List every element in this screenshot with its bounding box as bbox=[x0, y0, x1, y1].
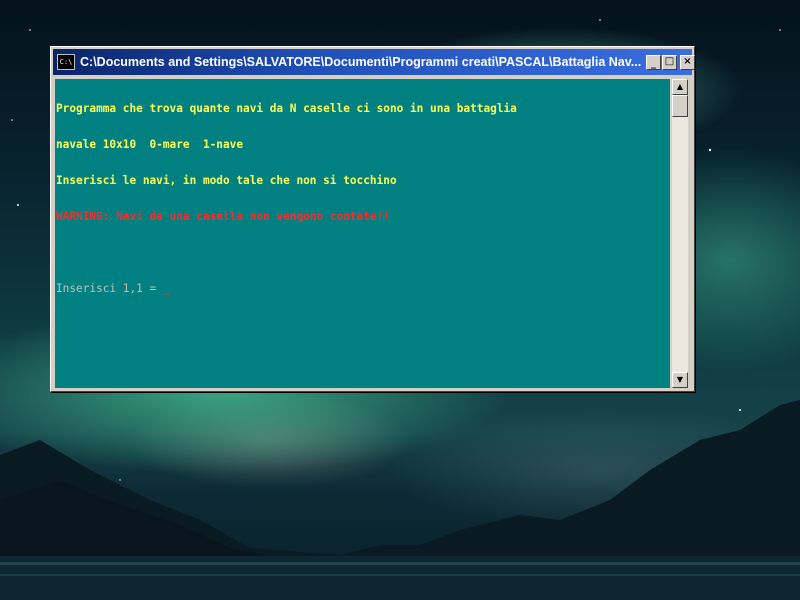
console-output[interactable]: Programma che trova quante navi da N cas… bbox=[55, 79, 670, 388]
down-arrow-icon: ▼ bbox=[676, 375, 684, 384]
desktop-wallpaper: C:\ C:\Documents and Settings\SALVATORE\… bbox=[0, 0, 800, 600]
console-prompt-line[interactable]: Inserisci 1,1 = _ bbox=[56, 283, 670, 295]
maximize-icon: □ bbox=[664, 56, 675, 67]
console-prompt: Inserisci 1,1 = bbox=[56, 282, 163, 295]
window-title: C:\Documents and Settings\SALVATORE\Docu… bbox=[80, 55, 642, 69]
title-bar[interactable]: C:\ C:\Documents and Settings\SALVATORE\… bbox=[53, 49, 695, 75]
scroll-down-button[interactable]: ▼ bbox=[672, 372, 688, 388]
maximize-button[interactable]: □ bbox=[662, 54, 677, 70]
vertical-scrollbar[interactable]: ▲ ▼ bbox=[672, 79, 688, 388]
scroll-thumb[interactable] bbox=[672, 95, 688, 117]
scroll-up-button[interactable]: ▲ bbox=[672, 79, 688, 95]
console-warning-line: WARNING: Navi da una casella non vengono… bbox=[56, 210, 390, 223]
minimize-button[interactable]: _ bbox=[646, 54, 661, 70]
minimize-icon: _ bbox=[651, 58, 656, 69]
console-line: Programma che trova quante navi da N cas… bbox=[56, 102, 517, 115]
text-cursor: _ bbox=[162, 282, 170, 295]
close-button[interactable]: × bbox=[680, 54, 695, 70]
close-icon: × bbox=[683, 56, 692, 67]
console-line: navale 10x10 0-mare 1-nave bbox=[56, 138, 244, 151]
console-line: Inserisci le navi, in modo tale che non … bbox=[56, 174, 397, 187]
console-app-icon[interactable]: C:\ bbox=[57, 54, 75, 70]
console-window: C:\ C:\Documents and Settings\SALVATORE\… bbox=[50, 46, 695, 392]
up-arrow-icon: ▲ bbox=[676, 82, 684, 91]
